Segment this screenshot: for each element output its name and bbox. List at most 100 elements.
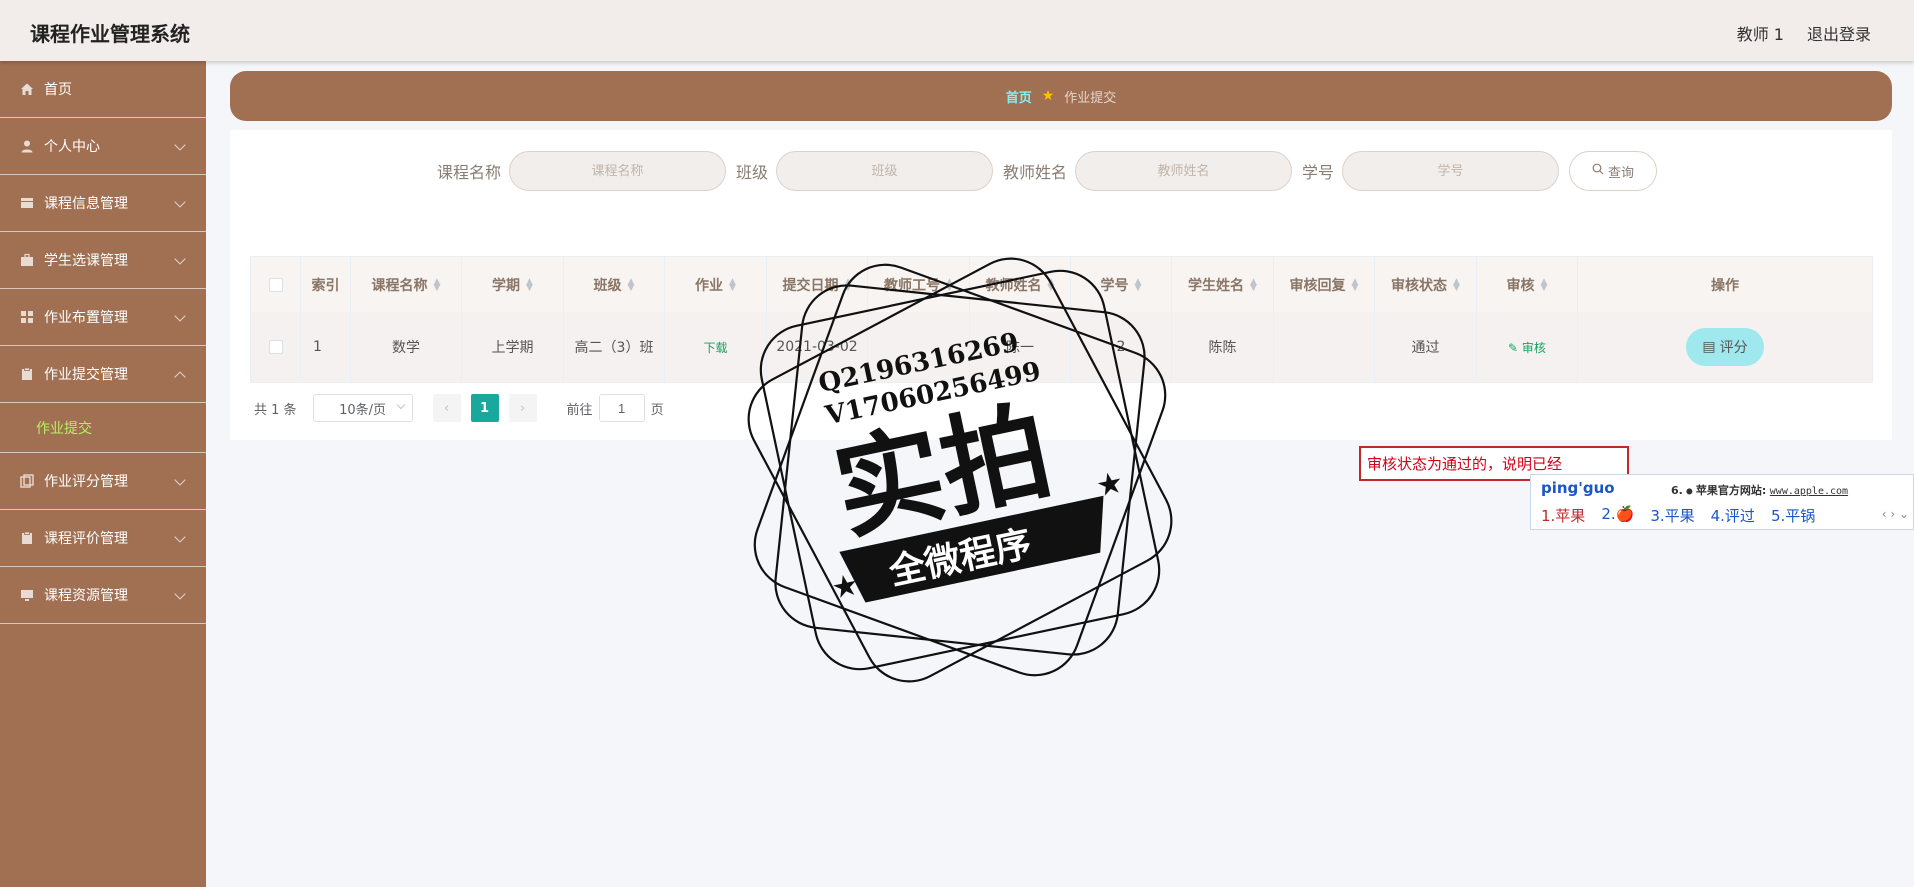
column-header-label: 教师工号 [884, 277, 941, 294]
sidebar: 首页 个人中心 课程信息管理 学生选课管理 作业布置管理 作业提交管理 作业提交… [0, 61, 206, 887]
sort-icon: ▲ ▼ [946, 276, 953, 293]
column-header[interactable]: 教师工号 ▲ ▼ [868, 257, 970, 312]
review-link[interactable]: ✎ 审核 [1508, 339, 1546, 356]
column-header-label: 提交日期 [782, 277, 839, 294]
top-bar: 课程作业管理系统 教师 1 退出登录 [0, 0, 1914, 61]
class-label: 班级 [736, 163, 769, 182]
table-cell: 2021-03-02 [767, 312, 868, 382]
table-cell: 陈陈 [1172, 312, 1274, 382]
chevron-down-icon [174, 531, 186, 543]
ime-candidate-window: ping'guo 6. ● 苹果官方网站: www.apple.com 1.苹果… [1530, 474, 1914, 530]
ime-candidate[interactable]: 4.评过 [1711, 505, 1755, 526]
chevron-down-icon [174, 196, 186, 208]
document-icon: ▤ [1702, 339, 1716, 355]
teacher-name-input[interactable] [1075, 151, 1293, 191]
sort-icon: ▲ ▼ [1047, 276, 1055, 293]
student-id-label: 学号 [1302, 163, 1335, 182]
select-all-checkbox[interactable] [268, 277, 283, 292]
column-header[interactable]: 审核状态 ▲ ▼ [1375, 257, 1477, 312]
sidebar-item-homework-submit[interactable]: 作业提交管理 [0, 346, 206, 403]
column-header[interactable]: 审核回复 ▲ ▼ [1274, 257, 1375, 312]
column-header[interactable]: 学生姓名 ▲ ▼ [1172, 257, 1274, 312]
column-header-label: 审核状态 [1391, 277, 1448, 294]
column-header[interactable]: 班级 ▲ ▼ [564, 257, 665, 312]
prev-page-button[interactable]: ‹ [432, 394, 461, 422]
column-header-label: 学生姓名 [1188, 277, 1245, 294]
ime-page-arrows[interactable]: ‹ › ⌄ [1882, 507, 1909, 521]
chevron-down-icon [174, 474, 186, 486]
column-header[interactable]: 学号 ▲ ▼ [1071, 257, 1172, 312]
sidebar-item-homework-grade[interactable]: 作业评分管理 [0, 453, 206, 510]
sidebar-item-home[interactable]: 首页 [0, 61, 206, 118]
ime-hint-text: 苹果官方网站: [1695, 484, 1767, 497]
breadcrumb-home-link[interactable]: 首页 [1006, 87, 1032, 106]
table-cell: 上学期 [462, 312, 564, 382]
sort-icon: ▲ ▼ [1453, 276, 1460, 293]
column-header[interactable]: 作业 ▲ ▼ [665, 257, 767, 312]
ime-composition: ping'guo [1541, 479, 1615, 497]
logout-link[interactable]: 退出登录 [1807, 21, 1871, 45]
ime-candidate[interactable]: 3.平果 [1650, 505, 1694, 526]
column-header-label: 作业 [695, 277, 724, 294]
chevron-down-icon [174, 310, 186, 322]
sidebar-item-label: 作业布置管理 [44, 310, 128, 326]
sidebar-item-label: 课程信息管理 [44, 196, 128, 212]
sort-icon: ▲ ▼ [1134, 276, 1142, 293]
sort-icon: ▲ ▼ [433, 276, 441, 293]
ime-hint-url[interactable]: www.apple.com [1770, 486, 1848, 497]
sidebar-item-course-review[interactable]: 课程评价管理 [0, 510, 206, 567]
sort-icon: ▲ ▼ [526, 276, 533, 293]
column-header[interactable]: 教师姓名 ▲ ▼ [970, 257, 1071, 312]
data-table: 索引 课程名称 ▲ ▼ 学期 ▲ ▼ 班级 ▲ ▼ 作业 ▲ ▼ 提交日期 ▲ ▼ 教师工号 ▲ ▼ 教… [250, 256, 1873, 383]
sidebar-subitem-homework-submit[interactable]: 作业提交 [0, 403, 206, 453]
app-title: 课程作业管理系统 [30, 22, 190, 46]
student-id-input[interactable] [1342, 151, 1560, 191]
column-header-label: 班级 [593, 277, 622, 294]
column-header-label: 教师姓名 [985, 277, 1042, 294]
score-button-label: 评分 [1719, 340, 1748, 356]
clipboard-icon [20, 367, 34, 381]
ime-candidate[interactable]: 5.平锅 [1771, 505, 1815, 526]
briefcase-icon [20, 253, 34, 267]
star-icon: ★ [1041, 88, 1055, 104]
edit-icon: ✎ [1508, 340, 1522, 355]
column-header[interactable]: 审核 ▲ ▼ [1477, 257, 1578, 312]
sidebar-item-label: 作业评分管理 [44, 474, 128, 490]
column-header[interactable]: 提交日期 ▲ ▼ [767, 257, 868, 312]
ime-candidates: 1.苹果 2.🍎 3.平果 4.评过 5.平锅 [1541, 505, 1831, 526]
search-button[interactable]: 查询 [1569, 151, 1658, 191]
next-page-button[interactable]: › [508, 394, 537, 422]
content-panel: 课程名称 班级 教师姓名 学号 查询 索引 课程名称 ▲▼ 学期 ▲▼ 班级 ▲▼ 作… [230, 130, 1892, 440]
goto-page-input[interactable] [598, 394, 645, 422]
score-button[interactable]: ▤ 评分 [1686, 328, 1764, 366]
sidebar-item-label: 课程资源管理 [44, 588, 128, 604]
table-cell: 陈一 [970, 312, 1071, 382]
monitor-icon [20, 588, 34, 602]
table-cell [868, 312, 970, 382]
sidebar-item-personal[interactable]: 个人中心 [0, 118, 206, 175]
star-icon: ★ [1093, 465, 1127, 505]
table-cell: ▤ 评分 [1578, 312, 1872, 382]
table-cell: 下载 [665, 312, 767, 382]
ime-candidate[interactable]: 1.苹果 [1541, 505, 1585, 526]
star-icon: ★ [828, 567, 862, 607]
class-input[interactable] [776, 151, 994, 191]
review-link-label: 审核 [1521, 340, 1546, 355]
column-header[interactable]: 课程名称 ▲ ▼ [351, 257, 462, 312]
page-number-current[interactable]: 1 [470, 394, 499, 422]
course-name-input[interactable] [509, 151, 727, 191]
download-link[interactable]: 下载 [703, 339, 727, 356]
table-row: 1 数学 上学期 高二（3）班 下载 2021-03-02 陈一 2 陈陈 通过… [251, 312, 1872, 382]
column-header: 索引 [301, 257, 351, 312]
sidebar-item-course-select[interactable]: 学生选课管理 [0, 232, 206, 289]
ime-candidate[interactable]: 2.🍎 [1601, 505, 1634, 526]
sidebar-item-homework-assign[interactable]: 作业布置管理 [0, 289, 206, 346]
sidebar-item-course-info[interactable]: 课程信息管理 [0, 175, 206, 232]
row-checkbox[interactable] [268, 340, 283, 354]
column-header[interactable]: 学期 ▲ ▼ [462, 257, 564, 312]
apple-icon: ● [1686, 486, 1693, 497]
column-header-label: 审核 [1506, 277, 1535, 294]
sidebar-item-course-resource[interactable]: 课程资源管理 [0, 567, 206, 624]
chevron-up-icon [174, 371, 186, 383]
page-size-select[interactable]: 10条/页 [312, 394, 413, 422]
